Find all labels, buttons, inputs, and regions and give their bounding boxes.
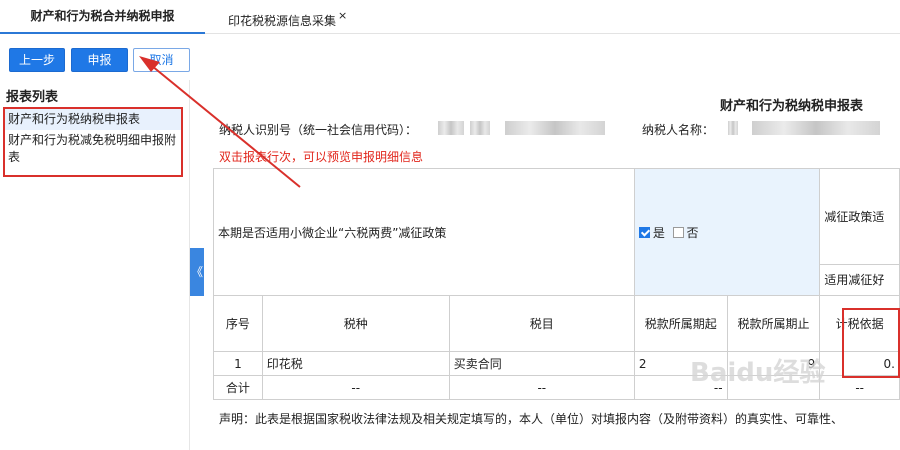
redacted-taxpayer-id [470, 121, 490, 135]
declaration-statement: 声明：此表是根据国家税收法律法规及相关规定填写的，本人（单位）对填报内容（及附带… [219, 412, 844, 426]
col-header-tax-item: 税目 [448, 295, 635, 352]
preview-hint: 双击报表行次，可以预览申报明细信息 [219, 150, 424, 164]
row-seq: 1 [213, 351, 263, 376]
tab-bar: 财产和行为税合并纳税申报 印花税税源信息采集 × [0, 0, 900, 34]
applicable-reduction-label: 适用减征好 [824, 273, 885, 287]
policy-options: 是 否 [633, 168, 821, 296]
total-tax-type: -- [261, 375, 450, 400]
col-header-period-end: 税款所属期止 [726, 295, 821, 352]
tab-stamp-tax-collection[interactable]: 印花税税源信息采集 × [228, 0, 368, 34]
watermark: Baidu经验 [690, 358, 826, 388]
redacted-taxpayer-id [438, 121, 464, 135]
cancel-button[interactable]: 取消 [133, 48, 190, 72]
no-label: 否 [686, 225, 699, 240]
highlight-box [842, 308, 900, 378]
collapse-sidebar-icon[interactable]: 《 [190, 248, 204, 296]
redacted-taxpayer-name [752, 121, 880, 135]
redacted-taxpayer-name [728, 121, 738, 135]
total-label: 合计 [213, 375, 263, 400]
tab-label: 印花税税源信息采集 [228, 14, 337, 28]
row-tax-type: 印花税 [261, 351, 450, 376]
col-header-tax-type: 税种 [261, 295, 450, 352]
report-list-sidebar: 报表列表 财产和行为税纳税申报表 财产和行为税减免税明细申报附表 [0, 80, 190, 450]
col-header-period-start: 税款所属期起 [633, 295, 728, 352]
report-item-main[interactable]: 财产和行为税纳税申报表 [5, 109, 181, 130]
redacted-taxpayer-id [505, 121, 605, 135]
total-tax-item: -- [448, 375, 635, 400]
report-list: 财产和行为税纳税申报表 财产和行为税减免税明细申报附表 [3, 107, 183, 177]
reduction-basis-label: 减征政策适 [820, 170, 899, 265]
report-list-title: 报表列表 [6, 90, 59, 105]
tab-combined-declaration[interactable]: 财产和行为税合并纳税申报 [0, 0, 205, 34]
submit-declaration-button[interactable]: 申报 [71, 48, 128, 72]
form-title: 财产和行为税纳税申报表 [720, 99, 864, 114]
close-icon[interactable]: × [338, 9, 347, 22]
yes-checkbox[interactable] [638, 226, 650, 238]
policy-reduction-cell: 减征政策适 适用减征好 [819, 168, 900, 296]
total-tax-basis: -- [819, 375, 900, 400]
col-header-seq: 序号 [213, 295, 263, 352]
taxpayer-name-label: 纳税人名称： [642, 123, 715, 137]
toolbar: 上一步 申报 取消 [0, 34, 900, 80]
no-checkbox[interactable] [672, 226, 684, 238]
previous-step-button[interactable]: 上一步 [9, 48, 65, 72]
row-tax-item: 买卖合同 [448, 351, 635, 376]
report-item-exemption[interactable]: 财产和行为税减免税明细申报附表 [5, 130, 181, 168]
taxpayer-id-label: 纳税人识别号（统一社会信用代码）： [219, 123, 418, 137]
policy-question: 本期是否适用小微企业“六税两费”减征政策 [213, 168, 635, 296]
yes-label: 是 [652, 225, 665, 240]
